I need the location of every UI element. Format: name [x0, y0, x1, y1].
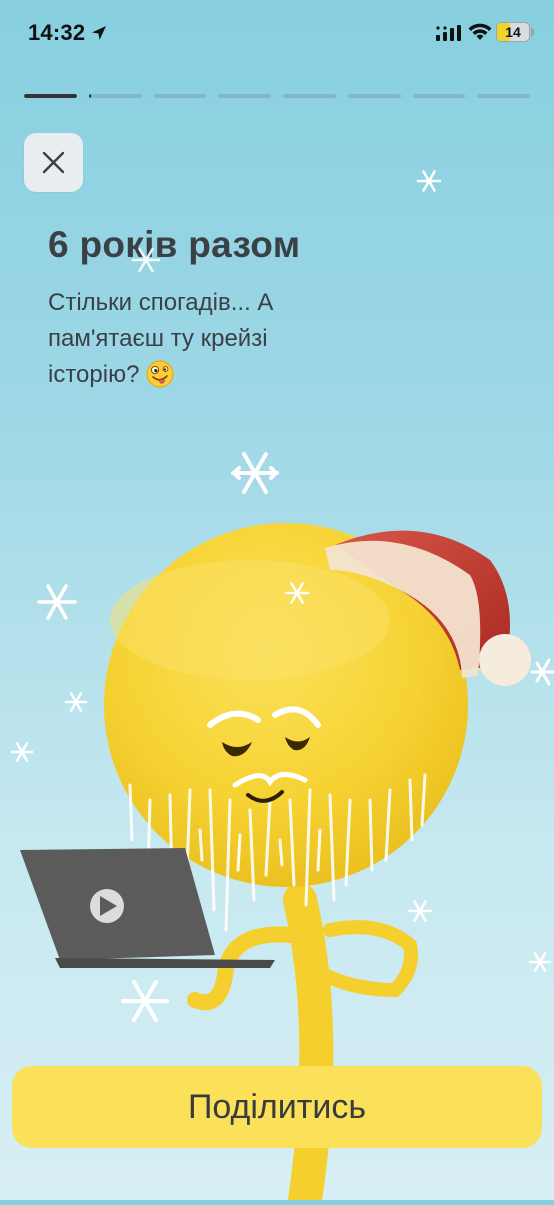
progress-segment	[218, 94, 271, 98]
snowflake-icon	[284, 582, 310, 604]
snowflake-icon	[416, 170, 442, 192]
wifi-icon	[468, 23, 492, 40]
zany-face-emoji	[146, 360, 174, 388]
snowflake-icon	[64, 692, 88, 712]
status-time: 14:32	[28, 20, 86, 45]
status-bar: 14:32 14	[0, 0, 554, 66]
progress-segment	[412, 94, 466, 98]
progress-segment	[88, 94, 142, 98]
location-arrow-icon	[92, 26, 106, 40]
close-button[interactable]	[24, 133, 83, 192]
snowflake-icon	[10, 742, 34, 762]
battery-cap	[531, 28, 534, 36]
progress-segment	[477, 94, 530, 98]
snowflake-icon	[231, 452, 279, 494]
share-button[interactable]: Поділитись	[12, 1066, 542, 1148]
story-title: 6 років разом	[48, 224, 301, 265]
progress-segment	[283, 94, 336, 98]
santa-hat-pompom	[479, 634, 531, 686]
cellular-signal-icon	[436, 25, 461, 41]
progress-segment	[153, 94, 207, 98]
progress-fill	[24, 94, 77, 98]
snowflake-icon	[37, 584, 77, 620]
snowflake-icon	[131, 247, 161, 273]
progress-segment	[347, 94, 401, 98]
close-icon	[42, 151, 65, 174]
laptop-base	[55, 958, 275, 968]
snowflake-icon	[407, 900, 433, 922]
battery-icon: 14	[496, 22, 530, 42]
progress-fill	[88, 94, 92, 98]
story-subtitle: Стільки спогадів... А пам'ятаєш ту крейз…	[48, 285, 348, 393]
progress-segment	[24, 94, 77, 98]
snowflake-icon	[530, 658, 554, 686]
snowflake-icon	[121, 980, 169, 1022]
snowflake-icon	[528, 952, 552, 972]
sun-body	[283, 883, 334, 1205]
story-progress	[24, 94, 530, 99]
sun-highlight	[110, 560, 390, 680]
battery-level: 14	[505, 24, 521, 40]
